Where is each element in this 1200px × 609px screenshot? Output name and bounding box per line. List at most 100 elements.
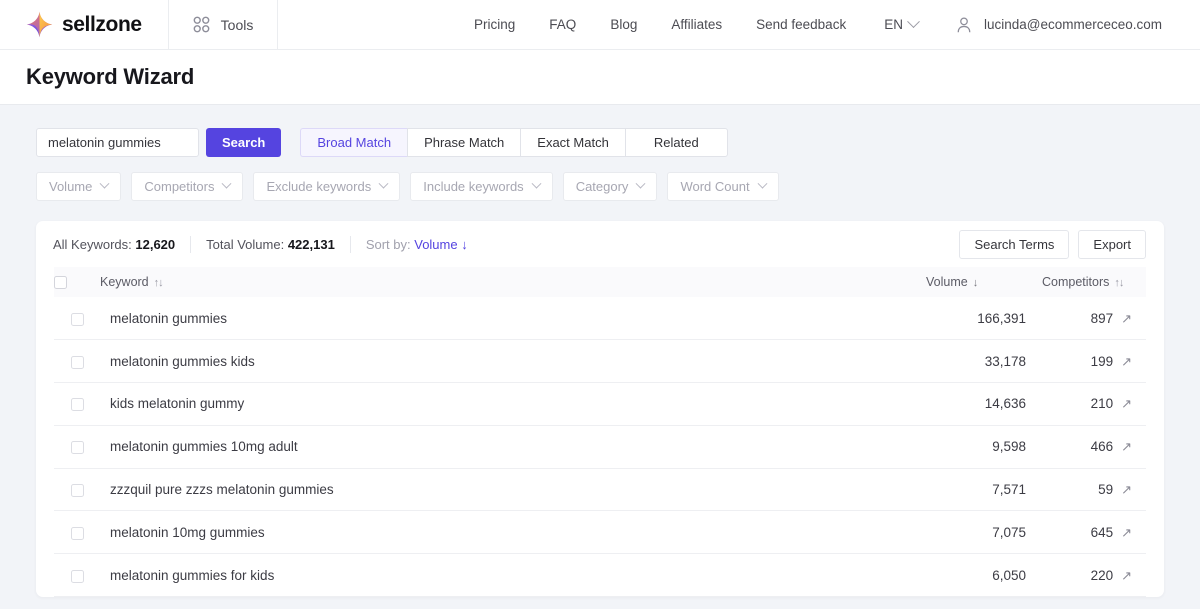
row-select-cell [54,468,100,512]
total-volume-label: Total Volume: [206,236,285,252]
chevron-down-icon [378,178,389,189]
row-keyword: melatonin gummies kids [100,339,926,384]
search-button[interactable]: Search [206,128,282,157]
select-all-checkbox[interactable] [54,276,67,290]
tab-broad-match[interactable]: Broad Match [300,128,408,157]
row-keyword: kids melatonin gummy [100,382,926,426]
keyword-search-input[interactable] [36,128,199,157]
sort-toggle-icon: ↑↓ [153,277,164,289]
nav-link-send-feedback[interactable]: Send feedback [739,17,863,32]
row-competitors: 897 ↗ [1042,297,1146,341]
row-competitors: 210 ↗ [1042,382,1146,426]
sort-by-label: Sort by: [365,236,411,252]
page-title-bar: Keyword Wizard [0,50,1200,105]
row-checkbox[interactable] [70,526,84,540]
external-link-icon[interactable]: ↗ [1121,440,1132,453]
sort-by-control[interactable]: Sort by: Volume ↓ [366,237,468,252]
row-competitors: 466 ↗ [1042,425,1146,469]
external-link-icon[interactable]: ↗ [1121,397,1132,410]
language-selector[interactable]: EN [863,15,935,32]
nav-link-affiliates[interactable]: Affiliates [654,17,739,32]
nav-link-faq[interactable]: FAQ [532,17,593,32]
row-select-cell [54,553,100,598]
row-volume: 166,391 [926,297,1042,341]
th-competitors-label: Competitors [1042,275,1110,289]
chevron-down-icon [531,178,542,189]
row-checkbox[interactable] [70,312,84,326]
th-keyword-label: Keyword [100,275,149,289]
external-link-icon[interactable]: ↗ [1121,312,1132,325]
chevron-down-icon [757,178,768,189]
all-keywords-value: 12,620 [135,236,176,252]
sort-desc-icon: ↓ [972,277,978,289]
external-link-icon[interactable]: ↗ [1121,483,1132,496]
row-competitors-value: 210 [1090,396,1114,412]
row-volume: 7,571 [926,468,1042,512]
total-volume-stat: Total Volume: 422,131 [206,237,335,252]
row-checkbox[interactable] [70,441,84,455]
filter-competitors-label: Competitors [144,179,215,194]
sort-by-value[interactable]: Volume [414,237,457,252]
th-competitors[interactable]: Competitors ↑↓ [1042,267,1146,297]
row-competitors-value: 645 [1090,524,1114,540]
table-row[interactable]: melatonin gummies for kids 6,050 220 ↗ [54,553,1146,598]
row-select-cell [54,297,100,341]
row-competitors-value: 897 [1090,310,1114,326]
tools-label: Tools [220,16,254,33]
tab-exact-match[interactable]: Exact Match [520,128,625,157]
filter-exclude-keywords-label: Exclude keywords [266,179,372,194]
row-checkbox[interactable] [70,355,84,369]
tab-phrase-match[interactable]: Phrase Match [407,128,521,157]
filter-word-count[interactable]: Word Count [667,172,779,201]
th-volume[interactable]: Volume ↓ [926,267,1042,297]
filter-exclude-keywords[interactable]: Exclude keywords [253,172,401,201]
table-row[interactable]: melatonin gummies 10mg adult 9,598 466 ↗ [54,425,1146,469]
row-select-cell [54,339,100,384]
results-header: All Keywords: 12,620 Total Volume: 422,1… [36,221,1164,267]
chevron-down-icon [907,15,920,29]
table-row[interactable]: melatonin gummies kids 33,178 199 ↗ [54,339,1146,384]
external-link-icon[interactable]: ↗ [1121,569,1132,582]
tab-related[interactable]: Related [624,128,728,157]
row-competitors-value: 199 [1090,353,1114,369]
external-link-icon[interactable]: ↗ [1121,526,1132,539]
nav-divider-2 [277,0,279,50]
row-checkbox[interactable] [70,569,84,583]
row-competitors: 199 ↗ [1042,339,1146,384]
nav-link-pricing[interactable]: Pricing [457,17,532,32]
row-checkbox[interactable] [70,484,84,498]
keywords-table: Keyword ↑↓ Volume ↓ Competitors ↑↓ melatoni… [54,267,1146,598]
filter-include-keywords-label: Include keywords [423,179,524,194]
export-button[interactable]: Export [1078,229,1146,259]
user-account-menu[interactable]: lucinda@ecommerceceo.com [935,16,1162,34]
table-row[interactable]: melatonin gummies 166,391 897 ↗ [54,297,1146,341]
row-keyword: melatonin gummies for kids [100,553,926,598]
nav-link-blog[interactable]: Blog [593,17,654,32]
row-competitors: 645 ↗ [1042,510,1146,555]
filter-competitors[interactable]: Competitors [131,172,244,201]
all-keywords-stat: All Keywords: 12,620 [53,237,175,252]
row-keyword: melatonin gummies [100,297,926,341]
row-select-cell [54,425,100,469]
row-checkbox[interactable] [70,398,84,412]
table-row[interactable]: melatonin 10mg gummies 7,075 645 ↗ [54,510,1146,555]
row-select-cell [54,382,100,426]
row-competitors-value: 466 [1090,439,1114,455]
filter-volume[interactable]: Volume [36,172,122,201]
external-link-icon[interactable]: ↗ [1121,355,1132,368]
main-content: Search Broad Match Phrase Match Exact Ma… [0,105,1200,598]
search-terms-button[interactable]: Search Terms [959,229,1070,259]
grid-dots-icon [193,16,210,33]
language-label: EN [884,17,903,32]
brand-logo-link[interactable]: sellzone [0,0,168,49]
user-avatar-icon [957,17,971,32]
filter-include-keywords[interactable]: Include keywords [410,172,553,201]
th-keyword[interactable]: Keyword ↑↓ [100,267,926,297]
results-actions: Search Terms Export [959,229,1146,259]
table-row[interactable]: zzzquil pure zzzs melatonin gummies 7,57… [54,468,1146,512]
filter-category[interactable]: Category [562,172,658,201]
table-row[interactable]: kids melatonin gummy 14,636 210 ↗ [54,382,1146,426]
total-volume-value: 422,131 [287,236,335,252]
tools-menu-button[interactable]: Tools [169,0,278,50]
row-volume: 14,636 [926,382,1042,426]
